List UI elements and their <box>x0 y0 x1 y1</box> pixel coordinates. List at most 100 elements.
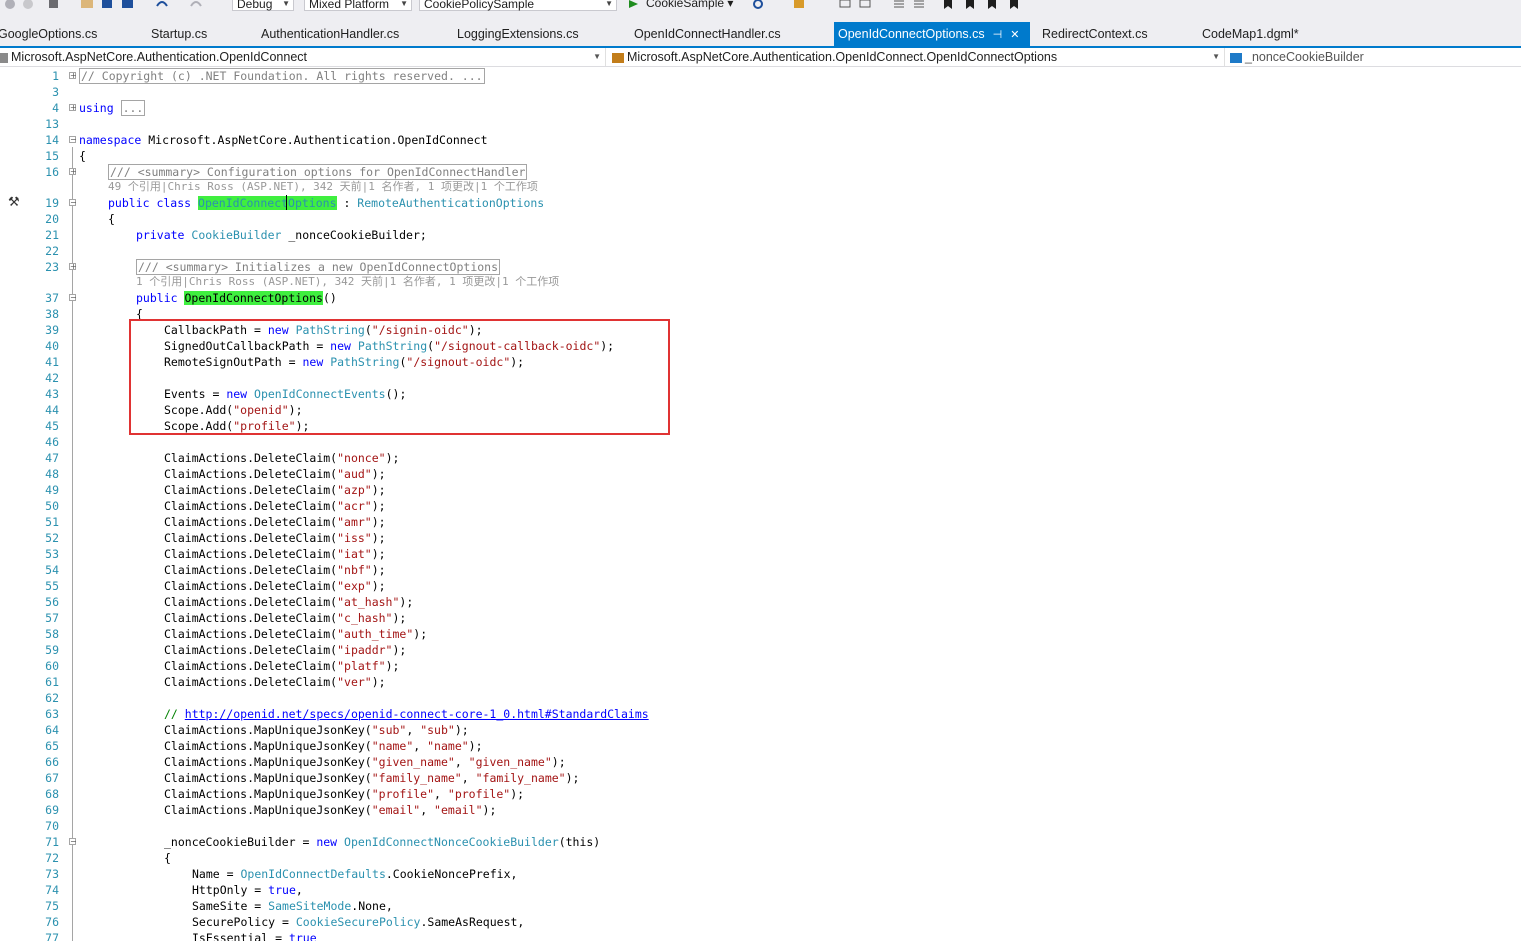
solution-platform-dropdown[interactable]: Mixed Platform ▼ <box>304 0 412 11</box>
collapse-icon[interactable]: − <box>69 199 77 207</box>
code-line: 47 ClaimActions.DeleteClaim("nonce"); <box>0 450 1521 466</box>
code-line: 3 <box>0 84 1521 100</box>
line-number: 13 <box>45 117 59 131</box>
line-number: 51 <box>45 515 59 529</box>
code-text: ClaimActions.DeleteClaim("auth_time"); <box>164 627 428 641</box>
indent-icon[interactable] <box>892 0 908 12</box>
forward-icon[interactable] <box>20 0 36 12</box>
solution-config-dropdown[interactable]: Debug ▼ <box>232 0 294 11</box>
code-text: SecurePolicy = CookieSecurePolicy.SameAs… <box>192 915 525 929</box>
redo-icon[interactable] <box>188 0 204 12</box>
tab-authenticationhandler[interactable]: AuthenticationHandler.cs <box>261 22 399 46</box>
line-number: 1 <box>52 69 59 83</box>
collapsed-usings[interactable]: ... <box>120 100 146 116</box>
clear-bookmarks-icon[interactable] <box>1006 0 1022 12</box>
next-bookmark-icon[interactable] <box>984 0 1000 12</box>
new-project-icon[interactable] <box>46 0 62 12</box>
line-number: 39 <box>45 323 59 337</box>
line-number: 69 <box>45 803 59 817</box>
codelens-info[interactable]: 1 个引用|Chris Ross (ASP.NET), 342 天前|1 名作者… <box>136 274 559 290</box>
collapse-icon[interactable]: − <box>69 136 77 144</box>
code-line: 60 ClaimActions.DeleteClaim("platf"); <box>0 658 1521 674</box>
line-number: 47 <box>45 451 59 465</box>
code-text: // http://openid.net/specs/openid-connec… <box>164 706 649 722</box>
field-icon <box>1230 52 1242 63</box>
prev-bookmark-icon[interactable] <box>962 0 978 12</box>
tab-openidconnectoptions[interactable]: OpenIdConnectOptions.cs ⊣ ✕ <box>834 22 1030 46</box>
tab-loggingextensions[interactable]: LoggingExtensions.cs <box>457 22 579 46</box>
type-scope-dropdown[interactable]: Microsoft.AspNetCore.Authentication.Open… <box>612 48 1225 66</box>
comment-hyperlink[interactable]: http://openid.net/specs/openid-connect-c… <box>185 707 649 721</box>
project-scope-dropdown[interactable]: Microsoft.AspNetCore.Authentication.Open… <box>0 48 606 66</box>
code-text: // Copyright (c) .NET Foundation. All ri… <box>79 68 485 84</box>
code-line: 50 ClaimActions.DeleteClaim("acr"); <box>0 498 1521 514</box>
code-text: ClaimActions.DeleteClaim("platf"); <box>164 659 400 673</box>
namespace-name: Microsoft.AspNetCore.Authentication.Open… <box>141 133 488 147</box>
collapse-icon[interactable]: − <box>69 838 77 846</box>
line-number: 40 <box>45 339 59 353</box>
save-icon[interactable] <box>100 0 116 12</box>
code-line: 75 SameSite = SameSiteMode.None, <box>0 898 1521 914</box>
chevron-down-icon: ▼ <box>593 52 601 61</box>
start-debug-icon[interactable] <box>626 0 642 12</box>
code-text: ClaimActions.DeleteClaim("exp"); <box>164 579 386 593</box>
line-number: 74 <box>45 883 59 897</box>
tab-openidconnecthandler[interactable]: OpenIdConnectHandler.cs <box>634 22 781 46</box>
expand-icon[interactable]: + <box>69 72 77 80</box>
line-number: 4 <box>52 101 59 115</box>
code-editor[interactable]: ⚒ 1 + // Copyright (c) .NET Foundation. … <box>0 67 1521 941</box>
annotation-highlight-box <box>129 319 670 435</box>
code-line: 72 { <box>0 850 1521 866</box>
collapsed-comment[interactable]: // Copyright (c) .NET Foundation. All ri… <box>79 68 485 84</box>
code-line: 4 + using ... <box>0 100 1521 116</box>
line-number: 41 <box>45 355 59 369</box>
code-text: ClaimActions.DeleteClaim("aud"); <box>164 467 386 481</box>
start-debug-button[interactable]: CookieSample ▾ <box>646 0 733 11</box>
back-icon[interactable] <box>2 0 18 12</box>
line-number: 62 <box>45 691 59 705</box>
code-line: 69 ClaimActions.MapUniqueJsonKey("email",… <box>0 802 1521 818</box>
refresh-icon[interactable] <box>750 0 766 12</box>
code-line: 23 + /// <summary> Initializes a new Ope… <box>0 259 1521 275</box>
constructor-name-highlight[interactable]: OpenIdConnectOptions <box>184 291 323 305</box>
step-icon[interactable] <box>838 0 854 12</box>
browser-link-icon[interactable] <box>792 0 808 12</box>
codelens-info[interactable]: 49 个引用|Chris Ross (ASP.NET), 342 天前|1 名作… <box>108 179 538 195</box>
line-number: 54 <box>45 563 59 577</box>
tab-codemap1[interactable]: CodeMap1.dgml* <box>1202 22 1299 46</box>
member-scope-dropdown[interactable]: _nonceCookieBuilder <box>1230 48 1521 66</box>
project-scope-value: Microsoft.AspNetCore.Authentication.Open… <box>11 50 307 64</box>
collapsed-doc-comment[interactable]: /// <summary> Initializes a new OpenIdCo… <box>136 259 501 275</box>
format-icon[interactable] <box>858 0 874 12</box>
tab-googleoptions[interactable]: GoogleOptions.cs <box>0 22 97 46</box>
startup-project-dropdown[interactable]: CookiePolicySample ▼ <box>419 0 617 11</box>
code-text: ClaimActions.DeleteClaim("at_hash"); <box>164 595 414 609</box>
expand-icon[interactable]: + <box>69 263 77 271</box>
undo-icon[interactable] <box>154 0 170 12</box>
tab-label: RedirectContext.cs <box>1042 27 1148 41</box>
save-all-icon[interactable] <box>120 0 136 12</box>
open-file-icon[interactable] <box>80 0 96 12</box>
code-text: SameSite = SameSiteMode.None, <box>192 899 393 913</box>
outdent-icon[interactable] <box>912 0 928 12</box>
close-icon[interactable]: ✕ <box>1010 23 1019 47</box>
line-number: 63 <box>45 707 59 721</box>
code-text: ClaimActions.DeleteClaim("iss"); <box>164 531 386 545</box>
expand-icon[interactable]: + <box>69 168 77 176</box>
line-number: 43 <box>45 387 59 401</box>
tab-redirectcontext[interactable]: RedirectContext.cs <box>1042 22 1148 46</box>
bookmark-icon[interactable] <box>940 0 956 12</box>
base-class-name[interactable]: RemoteAuthenticationOptions <box>357 196 544 210</box>
keyword: public class <box>108 196 192 210</box>
collapse-icon[interactable]: − <box>69 294 77 302</box>
tab-startup[interactable]: Startup.cs <box>151 22 207 46</box>
collapsed-doc-comment[interactable]: /// <summary> Configuration options for … <box>108 164 528 180</box>
expand-icon[interactable]: + <box>69 104 77 112</box>
line-number: 55 <box>45 579 59 593</box>
code-text: IsEssential = true <box>192 931 317 941</box>
pin-icon[interactable]: ⊣ <box>993 23 1003 47</box>
text-caret <box>286 195 287 210</box>
line-number: 77 <box>45 931 59 941</box>
class-name-highlight[interactable]: OpenIdConnectOptions <box>198 196 337 210</box>
line-number: 76 <box>45 915 59 929</box>
